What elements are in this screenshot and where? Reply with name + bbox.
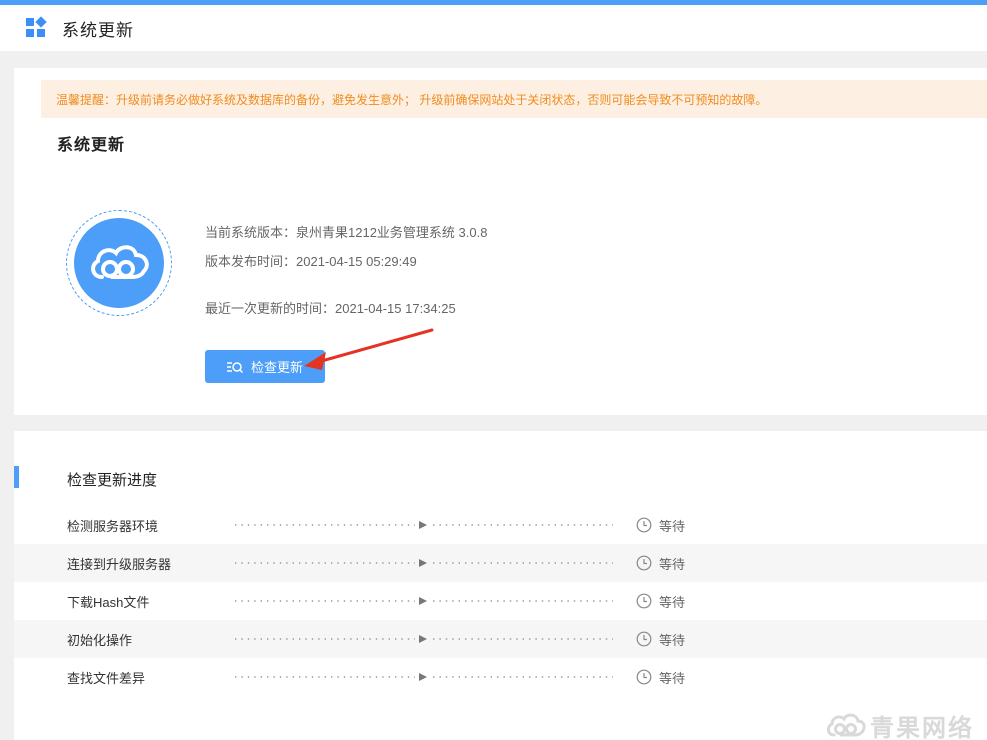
progress-step: 查找文件差异 等待: [14, 658, 987, 696]
step-status: 等待: [636, 630, 685, 649]
check-update-button[interactable]: 检查更新: [205, 350, 325, 383]
step-status-label: 等待: [659, 518, 686, 534]
current-version: 当前系统版本：泉州青果1212业务管理系统 3.0.8: [205, 225, 488, 240]
step-name: 初始化操作: [67, 632, 133, 648]
page-header: 系统更新: [0, 5, 987, 51]
clock-icon: [636, 593, 652, 609]
clock-icon: [636, 669, 652, 685]
watermark-cloud-icon: [827, 713, 866, 736]
clock-icon: [636, 517, 652, 533]
progress-step: 检测服务器环境 等待: [14, 506, 987, 544]
section-accent-bar: [14, 466, 19, 488]
progress-step: 下载Hash文件 等待: [14, 582, 987, 620]
step-status: 等待: [636, 516, 685, 535]
step-connector: [235, 559, 613, 567]
step-connector: [235, 521, 613, 529]
watermark: 青果网络: [826, 708, 974, 740]
step-connector: [235, 635, 613, 643]
step-connector: [235, 597, 613, 605]
last-update-time: 最近一次更新的时间：2021-04-15 17:34:25: [205, 301, 456, 316]
step-name: 连接到升级服务器: [67, 556, 172, 572]
app-grid-icon: [26, 16, 47, 38]
check-update-label: 检查更新: [250, 360, 303, 375]
step-name: 检测服务器环境: [67, 518, 159, 534]
system-update-card: 温馨提醒：升级前请务必做好系统及数据库的备份，避免发生意外； 升级前确保网站处于…: [14, 68, 987, 415]
cloud-icon: [74, 218, 164, 308]
step-status-label: 等待: [659, 556, 686, 572]
step-name: 下载Hash文件: [67, 594, 150, 610]
step-status-label: 等待: [659, 670, 686, 686]
warning-notice: 温馨提醒：升级前请务必做好系统及数据库的备份，避免发生意外； 升级前确保网站处于…: [41, 80, 987, 118]
clock-icon: [636, 555, 652, 571]
progress-step: 初始化操作 等待: [14, 620, 987, 658]
step-status: 等待: [636, 592, 685, 611]
system-logo: [66, 210, 172, 316]
page-title: 系统更新: [62, 20, 134, 40]
clock-icon: [636, 631, 652, 647]
progress-title: 检查更新进度: [67, 472, 158, 489]
step-name: 查找文件差异: [67, 670, 146, 686]
step-status: 等待: [636, 554, 685, 573]
step-status: 等待: [636, 668, 685, 687]
step-connector: [235, 673, 613, 681]
release-time: 版本发布时间：2021-04-15 05:29:49: [205, 254, 417, 269]
update-progress-card: 检查更新进度 检测服务器环境 等待 连接到升级服务器 等待 下载Hash文件 等…: [14, 431, 987, 740]
section-title: 系统更新: [57, 137, 126, 154]
progress-step: 连接到升级服务器 等待: [14, 544, 987, 582]
watermark-text: 青果网络: [870, 715, 974, 740]
step-status-label: 等待: [659, 632, 686, 648]
search-list-icon: [226, 361, 243, 373]
step-status-label: 等待: [659, 594, 686, 610]
